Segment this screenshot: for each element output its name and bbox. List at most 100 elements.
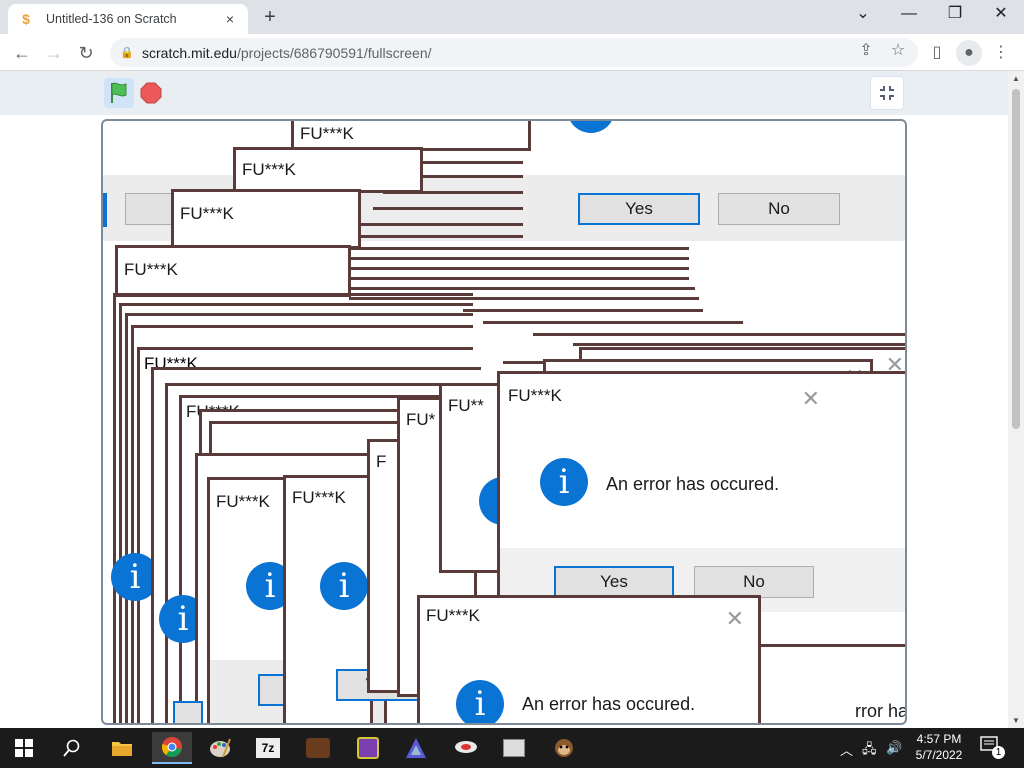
page-scrollbar[interactable]: ▲ ▼ bbox=[1008, 71, 1024, 728]
search-icon[interactable] bbox=[52, 732, 92, 764]
green-flag-button[interactable] bbox=[104, 78, 134, 108]
dialog-title: F bbox=[376, 452, 387, 471]
scroll-thumb[interactable] bbox=[1012, 89, 1020, 429]
stacked-edge bbox=[533, 333, 905, 336]
stacked-edge bbox=[349, 257, 689, 260]
vpn-app-icon[interactable] bbox=[396, 732, 436, 764]
scratch-page: Yes No i FU***K FU***K FU***K bbox=[0, 71, 1008, 728]
paint-icon[interactable] bbox=[200, 732, 240, 764]
taskbar-clock[interactable]: 4:57 PM 5/7/2022 bbox=[908, 731, 970, 763]
error-message: An error has occured. bbox=[606, 474, 780, 494]
exit-fullscreen-icon bbox=[880, 86, 894, 100]
edge-accent bbox=[103, 193, 107, 227]
dialog-title: FU***K bbox=[292, 488, 346, 507]
dialog-title: FU***K bbox=[242, 160, 296, 179]
stacked-edge bbox=[463, 309, 703, 312]
windows-taskbar: 7z ︿ 🖧 🔊 4:57 PM 5/7/2022 1 bbox=[0, 728, 1024, 768]
partial-button[interactable] bbox=[125, 193, 175, 225]
volume-icon[interactable]: 🔊 bbox=[886, 740, 902, 756]
reload-button[interactable]: ↻ bbox=[72, 39, 100, 67]
stacked-edge bbox=[349, 287, 695, 290]
notification-center-icon[interactable]: 1 bbox=[980, 736, 1006, 760]
error-message-partial: rror ha bbox=[855, 701, 907, 721]
dialog-title: FU* bbox=[406, 410, 436, 429]
stop-button[interactable] bbox=[140, 82, 162, 104]
close-icon[interactable]: ✕ bbox=[726, 608, 744, 630]
info-icon: i bbox=[320, 562, 368, 610]
stacked-edge bbox=[349, 277, 689, 280]
dialog-title: FU***K bbox=[216, 492, 270, 511]
dialog-title: FU** bbox=[448, 396, 484, 415]
stacked-edge bbox=[349, 267, 689, 270]
stacked-edge bbox=[361, 223, 523, 226]
tab-strip: $ Untitled-136 on Scratch × + ⌄ — ❐ ✕ bbox=[0, 0, 1024, 34]
no-button-top[interactable]: No bbox=[718, 193, 840, 225]
dialog-window[interactable]: FU***K bbox=[115, 245, 351, 297]
back-button[interactable]: ← bbox=[8, 39, 36, 67]
tab-close-icon[interactable]: × bbox=[222, 11, 238, 27]
profile-avatar[interactable]: ● bbox=[956, 40, 982, 66]
error-message: An error has occured. bbox=[522, 694, 696, 714]
scratch-favicon-icon: $ bbox=[22, 11, 30, 27]
close-icon[interactable]: ✕ bbox=[802, 388, 820, 410]
window-app-icon[interactable] bbox=[494, 732, 534, 764]
7zip-icon[interactable]: 7z bbox=[248, 732, 288, 764]
minimize-button[interactable]: — bbox=[886, 0, 932, 30]
info-icon: i bbox=[540, 458, 588, 506]
info-icon: i bbox=[456, 680, 504, 723]
menu-kebab-icon[interactable]: ⋮ bbox=[988, 40, 1014, 66]
scroll-down-icon[interactable]: ▼ bbox=[1011, 716, 1021, 725]
address-bar[interactable]: 🔒 scratch.mit.edu/projects/686790591/ful… bbox=[110, 38, 918, 67]
paint-app-2-icon[interactable] bbox=[348, 732, 388, 764]
stacked-edge bbox=[483, 321, 743, 324]
stop-icon bbox=[140, 82, 162, 104]
coffee-app-icon[interactable] bbox=[298, 732, 338, 764]
close-window-button[interactable]: ✕ bbox=[978, 0, 1024, 30]
stacked-edge bbox=[349, 247, 689, 250]
lock-icon: 🔒 bbox=[120, 46, 134, 59]
info-icon: i bbox=[567, 121, 615, 133]
tray-chevron-icon[interactable]: ︿ bbox=[840, 740, 853, 759]
stacked-edge bbox=[373, 207, 523, 210]
url-text: scratch.mit.edu/projects/686790591/fulls… bbox=[142, 44, 432, 61]
restore-button[interactable]: ❐ bbox=[932, 0, 978, 30]
stacked-edge bbox=[353, 235, 523, 238]
bookmark-star-icon[interactable]: ☆ bbox=[886, 40, 910, 60]
network-icon[interactable]: 🖧 bbox=[862, 740, 877, 762]
browser-toolbar: ← → ↻ 🔒 scratch.mit.edu/projects/6867905… bbox=[0, 34, 1024, 71]
side-panel-icon[interactable]: ▯ bbox=[924, 40, 950, 66]
yes-button-top[interactable]: Yes bbox=[578, 193, 700, 225]
new-tab-button[interactable]: + bbox=[258, 6, 282, 30]
dialog-title: FU***K bbox=[300, 124, 354, 143]
forward-button[interactable]: → bbox=[40, 39, 68, 67]
dialog-title: FU***K bbox=[426, 606, 480, 625]
monkey-app-icon[interactable] bbox=[544, 732, 584, 764]
dialog-title: FU***K bbox=[180, 204, 234, 223]
green-flag-icon bbox=[111, 82, 127, 103]
dialog-title: FU***K bbox=[124, 260, 178, 279]
browser-tab[interactable]: $ Untitled-136 on Scratch × bbox=[8, 4, 248, 34]
player-controls-bar bbox=[0, 71, 1008, 115]
chrome-icon[interactable] bbox=[152, 732, 192, 764]
error-dialog-bottom[interactable]: FU***K ✕ i An error has occured. bbox=[417, 595, 761, 723]
yes-button-partial[interactable] bbox=[173, 701, 203, 723]
file-explorer-icon[interactable] bbox=[102, 732, 142, 764]
project-stage[interactable]: Yes No i FU***K FU***K FU***K bbox=[101, 119, 907, 725]
notification-badge: 1 bbox=[992, 746, 1005, 759]
clock-date: 5/7/2022 bbox=[915, 748, 963, 762]
error-dialog[interactable]: FU***K ✕ i An error has occured. Yes No bbox=[497, 371, 905, 612]
stacked-edge bbox=[573, 343, 905, 346]
share-icon[interactable]: ⇪ bbox=[854, 40, 878, 60]
wings-app-icon[interactable] bbox=[446, 732, 486, 764]
dialog-title: FU***K bbox=[508, 386, 562, 405]
yes-button[interactable]: Yes bbox=[554, 566, 674, 598]
tab-title: Untitled-136 on Scratch bbox=[46, 12, 177, 26]
no-button[interactable]: No bbox=[694, 566, 814, 598]
clock-time: 4:57 PM bbox=[916, 732, 962, 746]
tab-search-icon[interactable]: ⌄ bbox=[840, 0, 886, 30]
exit-fullscreen-button[interactable] bbox=[870, 76, 904, 110]
scroll-up-icon[interactable]: ▲ bbox=[1011, 74, 1021, 83]
dialog-window[interactable]: FU***K bbox=[233, 147, 423, 193]
windows-start-icon[interactable] bbox=[4, 732, 44, 764]
dialog-window[interactable]: FU***K bbox=[171, 189, 361, 249]
